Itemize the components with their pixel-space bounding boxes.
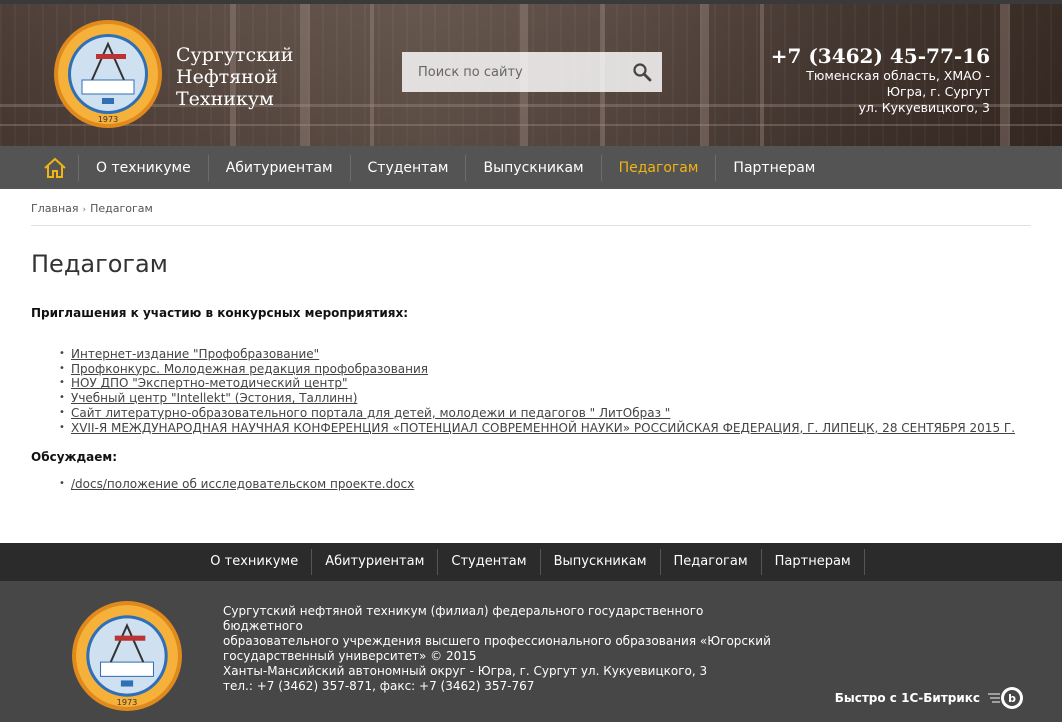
- bitrix-logo-icon: b: [988, 687, 1023, 709]
- nav-item-about[interactable]: О техникуме: [78, 154, 208, 181]
- footer-line-2: образовательного учреждения высшего проф…: [223, 634, 771, 648]
- list-item: НОУ ДПО "Экспертно-методический центр": [31, 376, 1015, 391]
- breadcrumb-home[interactable]: Главная: [31, 202, 79, 215]
- discuss-heading: Обсуждаем:: [31, 450, 117, 464]
- site-footer: 1973 Сургутский нефтяной техникум (филиа…: [0, 581, 1062, 722]
- link-nou-dpo[interactable]: НОУ ДПО "Экспертно-методический центр": [71, 376, 347, 390]
- svg-text:b: b: [1008, 692, 1016, 705]
- brand-line-3: Техникум: [176, 88, 274, 110]
- address-line-1: Тюменская область, ХМАО -: [806, 68, 990, 83]
- link-intellekt[interactable]: Учебный центр "Intellekt" (Эстония, Талл…: [71, 391, 357, 405]
- discuss-links-list: /docs/положение об исследовательском про…: [31, 477, 414, 491]
- list-item: XVII-Я МЕЖДУНАРОДНАЯ НАУЧНАЯ КОНФЕРЕНЦИЯ…: [31, 421, 1015, 436]
- search-input[interactable]: [402, 52, 622, 92]
- logo-year: 1973: [98, 115, 118, 124]
- nav-item-students[interactable]: Студентам: [349, 154, 466, 181]
- page-title: Педагогам: [31, 250, 168, 278]
- site-header: 1973 Сургутский Нефтяной Техникум +7 (34…: [0, 4, 1062, 146]
- link-litobraz[interactable]: Сайт литературно-образовательного портал…: [71, 406, 670, 420]
- footer-line-1: Сургутский нефтяной техникум (филиал) фе…: [223, 604, 704, 633]
- footer-nav: О техникуме Абитуриентам Студентам Выпус…: [0, 543, 1062, 581]
- link-conference[interactable]: XVII-Я МЕЖДУНАРОДНАЯ НАУЧНАЯ КОНФЕРЕНЦИЯ…: [71, 421, 1015, 435]
- breadcrumb: Главная › Педагогам: [31, 202, 153, 215]
- footer-logo: 1973: [72, 601, 182, 711]
- link-docx[interactable]: /docs/положение об исследовательском про…: [71, 477, 414, 491]
- footer-nav-students[interactable]: Студентам: [438, 549, 541, 575]
- breadcrumb-separator: ›: [82, 205, 87, 215]
- home-button[interactable]: [40, 153, 70, 183]
- nav-item-teachers[interactable]: Педагогам: [600, 154, 716, 181]
- list-item: Учебный центр "Intellekt" (Эстония, Талл…: [31, 391, 1015, 406]
- footer-nav-applicants[interactable]: Абитуриентам: [312, 549, 439, 575]
- list-item: Интернет-издание "Профобразование": [31, 347, 1015, 362]
- list-item: Сайт литературно-образовательного портал…: [31, 406, 1015, 421]
- footer-nav-graduates[interactable]: Выпускникам: [541, 549, 661, 575]
- bitrix-label: Быстро с 1С-Битрикс: [834, 691, 980, 705]
- phone-number: +7 (3462) 45-77-16: [770, 44, 990, 68]
- invite-links-list: Интернет-издание "Профобразование" Профк…: [31, 347, 1015, 435]
- link-profobrazovanie[interactable]: Интернет-издание "Профобразование": [71, 347, 319, 361]
- address: Тюменская область, ХМАО - Югра, г. Сургу…: [806, 68, 990, 116]
- home-icon: [44, 157, 66, 178]
- invite-heading: Приглашения к участию в конкурсных мероп…: [31, 306, 409, 320]
- footer-nav-teachers[interactable]: Педагогам: [661, 549, 762, 575]
- footer-nav-about[interactable]: О техникуме: [197, 549, 313, 575]
- link-profkonkurs[interactable]: Профконкурс. Молодежная редакция профобр…: [71, 362, 428, 376]
- footer-line-3: государственный университет» © 2015: [223, 649, 477, 663]
- main-nav: О техникуме Абитуриентам Студентам Выпус…: [0, 146, 1062, 189]
- bitrix-badge[interactable]: Быстро с 1С-Битрикс b: [835, 685, 1026, 711]
- divider: [31, 225, 1031, 226]
- nav-item-applicants[interactable]: Абитуриентам: [207, 154, 350, 181]
- brand-line-1: Сургутский: [176, 44, 294, 66]
- nav-item-partners[interactable]: Партнерам: [715, 154, 832, 181]
- footer-info: Сургутский нефтяной техникум (филиал) фе…: [223, 604, 783, 694]
- list-item: Профконкурс. Молодежная редакция профобр…: [31, 362, 1015, 377]
- footer-nav-partners[interactable]: Партнерам: [762, 549, 865, 575]
- college-logo[interactable]: 1973: [52, 18, 164, 130]
- brand-name[interactable]: Сургутский Нефтяной Техникум: [176, 44, 293, 110]
- footer-line-5: тел.: +7 (3462) 357-871, факс: +7 (3462)…: [223, 679, 535, 693]
- brand-line-2: Нефтяной: [176, 66, 278, 88]
- breadcrumb-current: Педагогам: [90, 202, 153, 215]
- address-line-3: ул. Кукуевицкого, 3: [858, 100, 990, 115]
- footer-logo-year: 1973: [117, 697, 138, 707]
- search-button[interactable]: [622, 52, 662, 92]
- address-line-2: Югра, г. Сургут: [886, 84, 990, 99]
- list-item: /docs/положение об исследовательском про…: [31, 477, 414, 491]
- search-box: [402, 52, 662, 92]
- footer-line-4: Ханты-Мансийский автономный округ - Югра…: [223, 664, 708, 678]
- search-icon: [633, 63, 652, 82]
- nav-item-graduates[interactable]: Выпускникам: [465, 154, 600, 181]
